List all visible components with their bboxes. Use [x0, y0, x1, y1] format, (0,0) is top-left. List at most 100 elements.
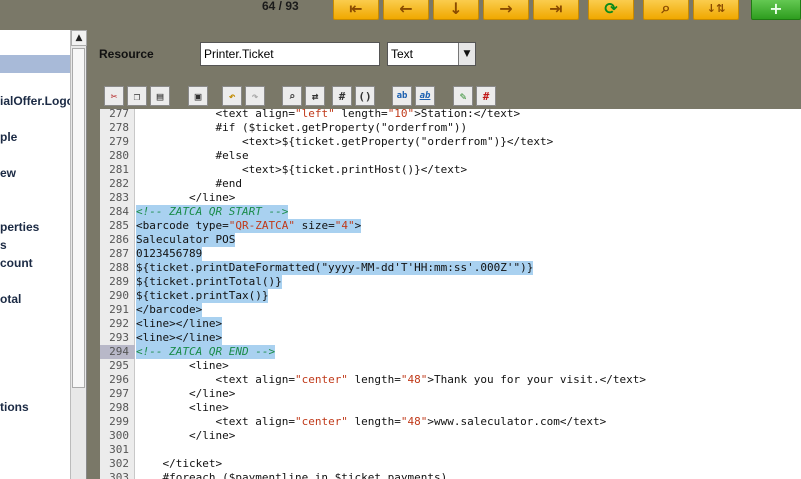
code-line[interactable]: 280 #else	[100, 149, 801, 163]
replace-button[interactable]: ⇄	[305, 86, 325, 106]
resource-name-input[interactable]: Printer.Ticket	[200, 42, 380, 66]
find-button[interactable]: ⌕	[282, 86, 302, 106]
undo-button[interactable]: ↶	[222, 86, 242, 106]
code-line[interactable]: 298 <line>	[100, 401, 801, 415]
code-text[interactable]: </barcode>	[136, 303, 203, 317]
code-line[interactable]: 281 <text>${ticket.printHost()}</text>	[100, 163, 801, 177]
line-number: 292	[109, 317, 129, 330]
scrollbar-thumb[interactable]	[72, 48, 85, 388]
line-number: 303	[109, 471, 129, 479]
code-text[interactable]: #else	[136, 149, 248, 163]
list-scrollbar[interactable]: ▲	[70, 30, 87, 479]
code-text[interactable]: <!-- ZATCA QR END -->	[136, 345, 276, 359]
ab-italic-button[interactable]: ab	[415, 86, 435, 106]
code-line[interactable]: 303 #foreach ($paymentline in $ticket.pa…	[100, 471, 801, 479]
save-button[interactable]: ▣	[188, 86, 208, 106]
list-item[interactable]: s	[0, 238, 7, 252]
code-editor[interactable]: 277 <text align="left" length="10">Stati…	[100, 109, 801, 479]
code-line[interactable]: 285 <barcode type="QR-ZATCA" size="4">	[100, 219, 801, 233]
code-text[interactable]: #end	[136, 177, 242, 191]
code-text[interactable]: <line>	[136, 401, 229, 415]
resource-list[interactable]: ialOffer.Logo ple ew perties s count ota…	[0, 30, 87, 479]
brace-button[interactable]: ()	[355, 86, 375, 106]
chevron-down-icon[interactable]: ▼	[458, 43, 475, 65]
hash-button[interactable]: #	[332, 86, 352, 106]
code-text[interactable]: </line>	[136, 191, 235, 205]
code-text[interactable]: <barcode type="QR-ZATCA" size="4">	[136, 219, 362, 233]
list-item[interactable]: ialOffer.Logo	[0, 94, 74, 108]
code-line[interactable]: 287 0123456789	[100, 247, 801, 261]
search-button[interactable]: ⌕	[643, 0, 689, 20]
code-line[interactable]: 279 <text>${ticket.getProperty("orderfro…	[100, 135, 801, 149]
ab-button[interactable]: ab	[392, 86, 412, 106]
code-line[interactable]: 290 ${ticket.printTax()}	[100, 289, 801, 303]
code-text[interactable]: ${ticket.printTax()}	[136, 289, 269, 303]
code-text[interactable]: <line></line>	[136, 317, 223, 331]
add-record-button[interactable]: +	[751, 0, 801, 20]
code-line[interactable]: 300 </line>	[100, 429, 801, 443]
code-line[interactable]: 296 <text align="center" length="48">Tha…	[100, 373, 801, 387]
line-number: 287	[109, 247, 129, 260]
code-line[interactable]: 288 ${ticket.printDateFormatted("yyyy-MM-…	[100, 261, 801, 275]
list-item[interactable]: ew	[0, 166, 16, 180]
code-text[interactable]: <text align="left" length="10">Station:<…	[136, 109, 520, 121]
code-text[interactable]: ${ticket.printDateFormatted("yyyy-MM-dd'…	[136, 261, 534, 275]
code-line[interactable]: 294 <!-- ZATCA QR END -->	[100, 345, 801, 359]
scroll-up-icon[interactable]: ▲	[71, 30, 87, 46]
redo-button[interactable]: ↷	[245, 86, 265, 106]
code-text[interactable]: <line></line>	[136, 331, 223, 345]
code-text[interactable]: Saleculator POS	[136, 233, 236, 247]
copy-button[interactable]: ❐	[127, 86, 147, 106]
code-line[interactable]: 286 Saleculator POS	[100, 233, 801, 247]
code-text[interactable]: <text align="center" length="48">www.sal…	[136, 415, 606, 429]
cut-button[interactable]: ✂	[104, 86, 124, 106]
selected-list-item[interactable]	[0, 55, 70, 73]
code-line[interactable]: 278 #if ($ticket.getProperty("orderfrom"…	[100, 121, 801, 135]
code-line[interactable]: 293 <line></line>	[100, 331, 801, 345]
next-record-button[interactable]: →	[483, 0, 529, 20]
list-item[interactable]: otal	[0, 292, 21, 306]
first-record-button[interactable]: ⇤	[333, 0, 379, 20]
code-line[interactable]: 295 <line>	[100, 359, 801, 373]
code-line[interactable]: 291 </barcode>	[100, 303, 801, 317]
code-text[interactable]: <line>	[136, 359, 229, 373]
previous-record-button[interactable]: ←	[383, 0, 429, 20]
clear-button[interactable]: #	[476, 86, 496, 106]
list-item[interactable]: count	[0, 256, 33, 270]
code-line[interactable]: 297 </line>	[100, 387, 801, 401]
code-line[interactable]: 301	[100, 443, 801, 457]
code-line[interactable]: 284 <!-- ZATCA QR START -->	[100, 205, 801, 219]
code-text[interactable]: <text align="center" length="48">Thank y…	[136, 373, 646, 387]
list-item[interactable]: ple	[0, 130, 17, 144]
refresh-button[interactable]: ⟳	[588, 0, 634, 20]
code-text[interactable]: #if ($ticket.getProperty("orderfrom"))	[136, 121, 467, 135]
attribute-value: "48"	[400, 415, 428, 428]
code-text[interactable]: </line>	[136, 429, 235, 443]
code-text[interactable]: </ticket>	[136, 457, 222, 471]
code-line[interactable]: 302 </ticket>	[100, 457, 801, 471]
tag-button[interactable]: ✎	[453, 86, 473, 106]
line-number: 291	[109, 303, 129, 316]
copy-icon: ❐	[133, 89, 141, 103]
code-line[interactable]: 299 <text align="center" length="48">www…	[100, 415, 801, 429]
resource-type-select[interactable]: Text ▼	[387, 42, 476, 66]
code-line[interactable]: 282 #end	[100, 177, 801, 191]
code-text[interactable]: <text>${ticket.printHost()}</text>	[136, 163, 467, 177]
last-record-button[interactable]: ⇥	[533, 0, 579, 20]
code-line[interactable]: 283 </line>	[100, 191, 801, 205]
list-item[interactable]: tions	[0, 400, 29, 414]
code-text[interactable]: <text>${ticket.getProperty("orderfrom")}…	[136, 135, 553, 149]
attribute-value: "4"	[334, 219, 355, 232]
list-item[interactable]: perties	[0, 220, 39, 234]
code-text[interactable]: ${ticket.printTotal()}	[136, 275, 282, 289]
code-line[interactable]: 289 ${ticket.printTotal()}	[100, 275, 801, 289]
code-text[interactable]: </line>	[136, 387, 235, 401]
code-text[interactable]: 0123456789	[136, 247, 203, 261]
sort-button[interactable]: ↓⇅	[693, 0, 739, 20]
code-text[interactable]: #foreach ($paymentline in $ticket.paymen…	[136, 471, 447, 479]
down-record-button[interactable]: ↓	[433, 0, 479, 20]
code-line[interactable]: 277 <text align="left" length="10">Stati…	[100, 109, 801, 121]
paste-button[interactable]: ▤	[150, 86, 170, 106]
code-text[interactable]: <!-- ZATCA QR START -->	[136, 205, 289, 219]
code-line[interactable]: 292 <line></line>	[100, 317, 801, 331]
